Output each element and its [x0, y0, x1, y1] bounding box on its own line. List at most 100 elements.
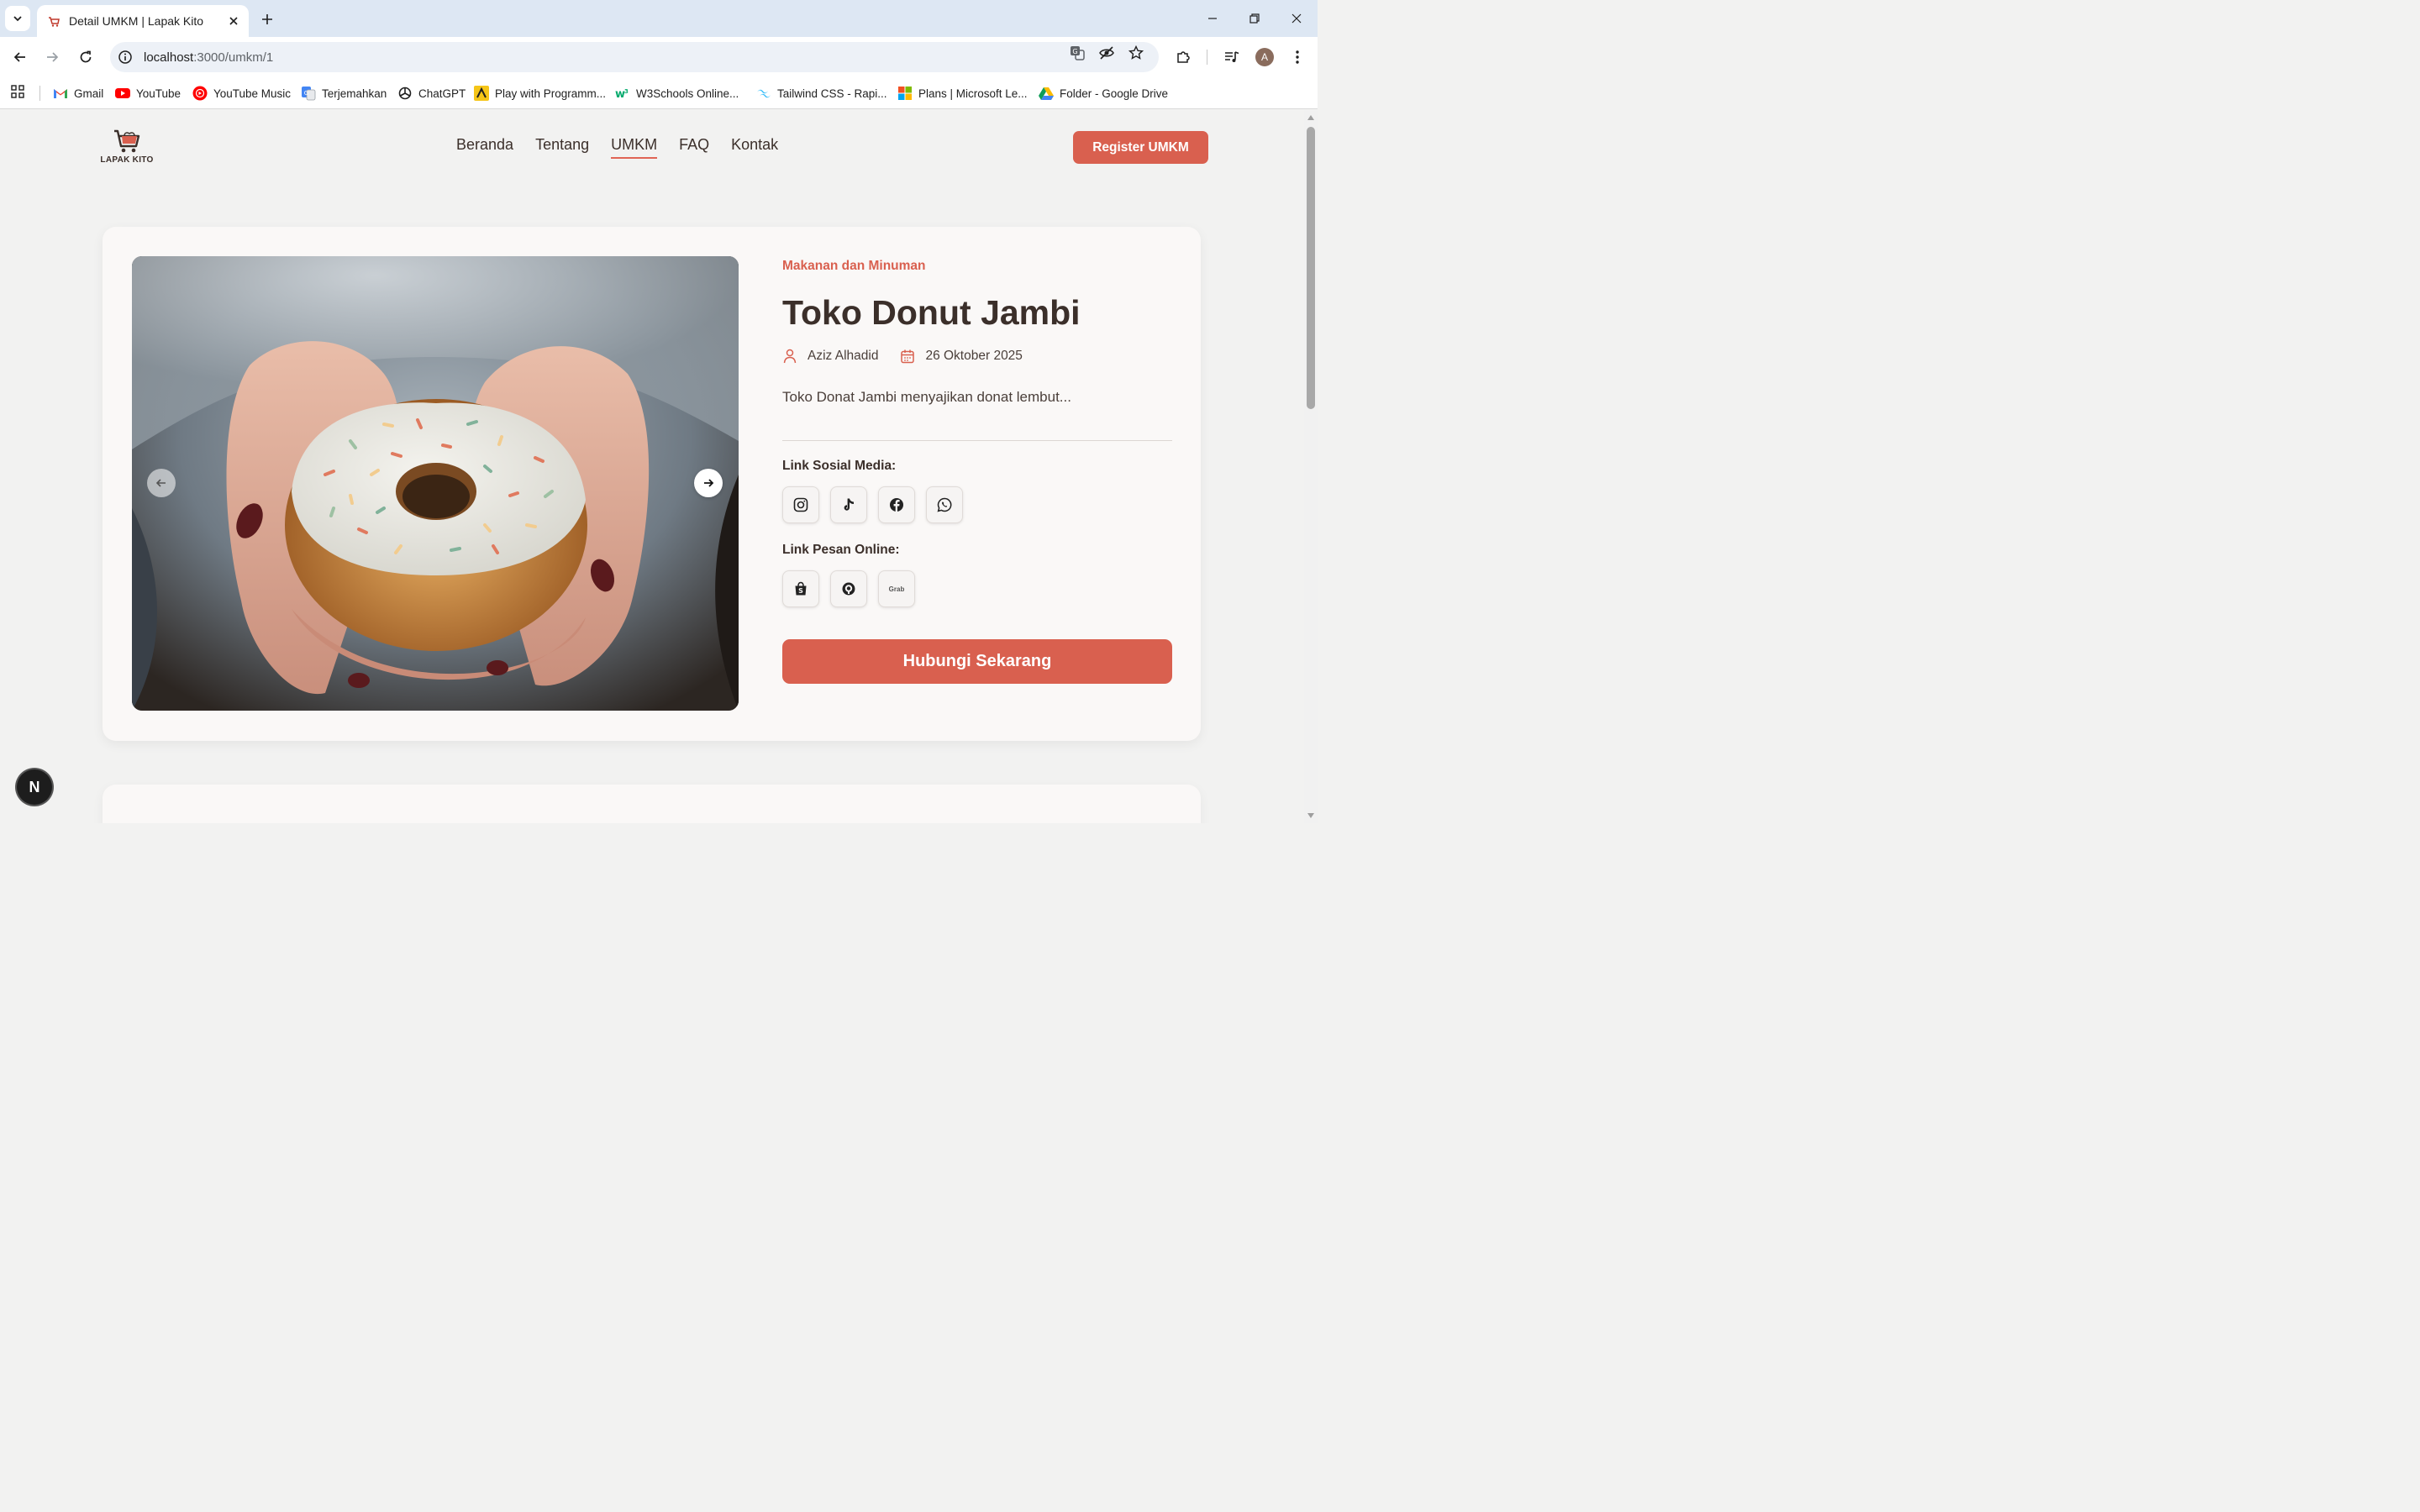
whatsapp-icon — [937, 497, 952, 512]
google-drive-icon — [1039, 86, 1054, 101]
bookmark-label: Folder - Google Drive — [1060, 87, 1169, 100]
url-text[interactable]: localhost:3000/umkm/1 — [144, 50, 273, 65]
category-label: Makanan dan Minuman — [782, 259, 926, 273]
umkm-detail-card: Makanan dan Minuman Toko Donut Jambi Azi… — [103, 227, 1201, 741]
bookmark-chatgpt[interactable]: ChatGPT — [397, 84, 466, 102]
gmail-icon — [53, 86, 68, 101]
url-path: :3000/umkm/1 — [193, 50, 274, 65]
tailwind-icon — [756, 86, 771, 101]
bookmark-terjemahkan[interactable]: G Terjemahkan — [301, 84, 387, 102]
shopee-link[interactable]: S — [782, 570, 819, 607]
bookmark-w3schools[interactable]: w3 W3Schools Online... — [615, 84, 739, 102]
bookmark-label: Plans | Microsoft Le... — [918, 87, 1028, 100]
gojek-link[interactable] — [830, 570, 867, 607]
media-control-icon[interactable] — [1222, 47, 1242, 67]
restore-icon[interactable] — [1246, 10, 1263, 27]
reload-icon[interactable] — [76, 47, 96, 67]
bookmark-play-with-programming[interactable]: Play with Programm... — [474, 84, 606, 102]
facebook-link[interactable] — [878, 486, 915, 523]
grab-link[interactable]: Grab — [878, 570, 915, 607]
product-photo — [132, 256, 739, 711]
shopping-cart-logo-icon — [114, 129, 140, 153]
contact-now-button[interactable]: Hubungi Sekarang — [782, 639, 1172, 684]
order-online-label: Link Pesan Online: — [782, 543, 900, 557]
user-icon — [782, 349, 797, 364]
bookmark-tailwind[interactable]: Tailwind CSS - Rapi... — [756, 84, 887, 102]
bookmark-label: Tailwind CSS - Rapi... — [777, 87, 887, 100]
nav-kontak[interactable]: Kontak — [731, 136, 778, 159]
bookmark-label: YouTube — [136, 87, 182, 100]
bookmarks-separator — [39, 86, 40, 101]
carousel-prev-button[interactable] — [147, 469, 176, 497]
profile-avatar[interactable]: A — [1255, 48, 1274, 66]
scroll-down-arrow-icon[interactable] — [1307, 813, 1314, 818]
tiktok-link[interactable] — [830, 486, 867, 523]
bookmark-youtube[interactable]: YouTube — [115, 84, 181, 102]
secondary-card — [103, 785, 1201, 823]
nav-beranda[interactable]: Beranda — [456, 136, 513, 159]
bookmark-label: YouTube Music — [213, 87, 292, 100]
browser-tab[interactable]: Detail UMKM | Lapak Kito — [37, 5, 249, 37]
register-umkm-button[interactable]: Register UMKM — [1073, 131, 1208, 164]
apps-grid-icon[interactable] — [10, 84, 27, 101]
tab-close-icon[interactable] — [227, 14, 240, 28]
more-menu-icon[interactable] — [1287, 47, 1307, 67]
extensions-icon[interactable] — [1173, 47, 1193, 67]
bookmark-label: W3Schools Online... — [636, 87, 739, 100]
bookmark-star-icon[interactable] — [1127, 44, 1145, 62]
bookmark-gmail[interactable]: Gmail — [53, 84, 103, 102]
divider — [782, 440, 1172, 441]
facebook-icon — [890, 498, 903, 512]
scroll-thumb[interactable] — [1307, 127, 1315, 409]
nav-umkm[interactable]: UMKM — [611, 136, 658, 159]
w3schools-icon: w3 — [615, 86, 630, 101]
bookmark-label: Terjemahkan — [322, 87, 387, 100]
bookmark-microsoft-learn[interactable]: Plans | Microsoft Le... — [897, 84, 1028, 102]
meta-row: Aziz Alhadid 26 Oktober 2025 — [782, 349, 1023, 364]
page-scrollbar[interactable] — [1304, 110, 1318, 823]
back-arrow-icon[interactable] — [10, 47, 30, 67]
svg-text:S: S — [798, 587, 803, 595]
scroll-up-arrow-icon[interactable] — [1307, 115, 1314, 120]
arrow-right-icon — [704, 479, 714, 487]
nav-faq[interactable]: FAQ — [679, 136, 709, 159]
nav-tentang[interactable]: Tentang — [535, 136, 589, 159]
bookmarks-bar: Gmail YouTube YouTube Music G Terjemahka… — [0, 77, 1318, 109]
order-online-links: S Grab — [782, 570, 915, 607]
gojek-icon — [842, 582, 855, 596]
tiktok-icon — [844, 498, 854, 511]
dev-badge-letter: N — [29, 778, 40, 795]
minimize-icon[interactable] — [1204, 10, 1221, 27]
whatsapp-link[interactable] — [926, 486, 963, 523]
eye-off-icon[interactable] — [1097, 44, 1116, 62]
lapak-kito-favicon-icon — [49, 17, 60, 27]
tab-title: Detail UMKM | Lapak Kito — [69, 14, 204, 28]
youtube-music-icon — [192, 86, 208, 101]
arrow-left-icon — [155, 479, 166, 487]
microsoft-icon — [897, 86, 913, 101]
tab-search-button[interactable] — [5, 6, 30, 31]
bookmark-google-drive[interactable]: Folder - Google Drive — [1039, 84, 1168, 102]
carousel-next-button[interactable] — [694, 469, 723, 497]
instagram-link[interactable] — [782, 486, 819, 523]
address-bar[interactable]: localhost:3000/umkm/1 — [110, 42, 1159, 72]
site-info-icon[interactable] — [117, 49, 134, 66]
chatgpt-icon — [397, 86, 413, 101]
forward-arrow-icon[interactable] — [42, 47, 62, 67]
site-logo[interactable]: LAPAK KITO — [99, 129, 155, 167]
close-window-icon[interactable] — [1288, 10, 1305, 27]
youtube-icon — [115, 86, 130, 101]
social-media-links — [782, 486, 963, 523]
new-tab-icon[interactable] — [257, 9, 277, 29]
donut-in-hands-image — [132, 256, 739, 711]
nextjs-dev-badge[interactable]: N — [17, 769, 52, 805]
created-date: 26 Oktober 2025 — [925, 349, 1023, 363]
svg-text:G: G — [304, 90, 308, 97]
owner-name: Aziz Alhadid — [808, 349, 879, 363]
bookmark-youtube-music[interactable]: YouTube Music — [192, 84, 291, 102]
programming-icon — [474, 86, 489, 101]
google-translate-icon: G — [301, 86, 316, 101]
browser-toolbar: localhost:3000/umkm/1 G A — [0, 37, 1318, 77]
translate-icon[interactable]: G — [1068, 44, 1086, 62]
grab-icon: Grab — [888, 585, 905, 593]
